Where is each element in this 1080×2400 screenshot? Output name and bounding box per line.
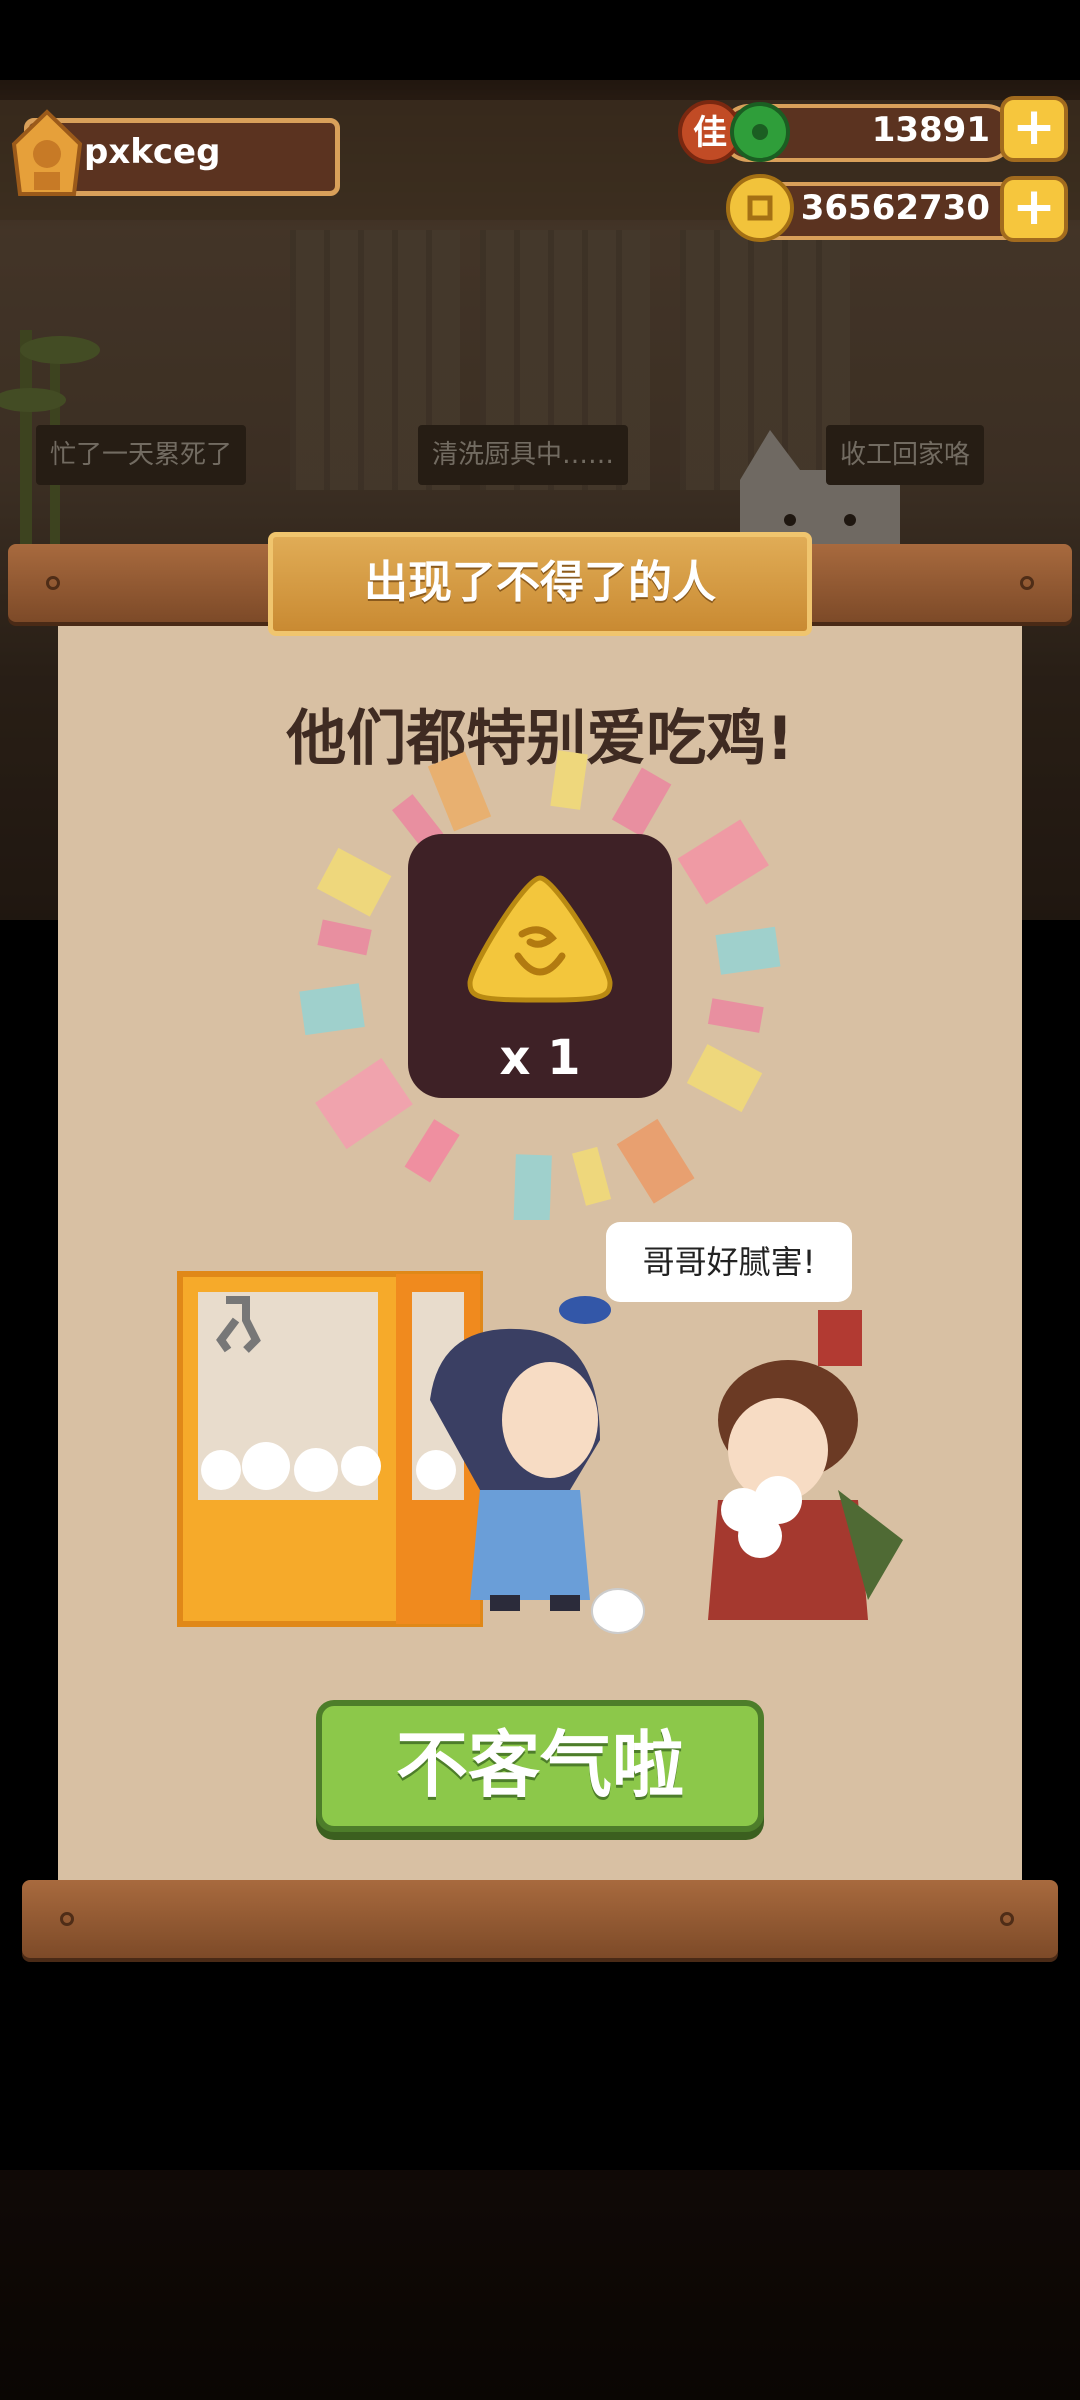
scroll-bottom-rod xyxy=(22,1880,1058,1958)
add-gems-button[interactable]: + xyxy=(1000,96,1068,162)
golden-triangle-token-icon xyxy=(467,875,613,1003)
nail xyxy=(1000,1912,1014,1926)
add-coins-button[interactable]: + xyxy=(1000,176,1068,242)
confirm-button[interactable]: 不客气啦 xyxy=(316,1700,764,1832)
jade-coin-icon xyxy=(730,102,790,162)
character-speech-bubble: 哥哥好腻害! xyxy=(606,1222,852,1302)
copper-coin-icon xyxy=(726,174,794,242)
nail xyxy=(60,1912,74,1926)
reward-count: x 1 xyxy=(499,1030,581,1086)
player-avatar-icon[interactable] xyxy=(4,104,90,200)
rice-ball-chick-icon xyxy=(591,1588,645,1634)
blue-robed-character-illustration xyxy=(430,1296,611,1611)
nail xyxy=(1020,576,1034,590)
gem-count: 13891 xyxy=(871,110,990,150)
svg-text:佳: 佳 xyxy=(693,113,727,153)
player-name: pxkceg xyxy=(84,132,221,172)
nail xyxy=(46,576,60,590)
coin-count: 36562730 xyxy=(800,188,990,228)
red-robed-character-illustration xyxy=(708,1310,903,1620)
dialog-title: 出现了不得了的人 xyxy=(268,532,812,636)
